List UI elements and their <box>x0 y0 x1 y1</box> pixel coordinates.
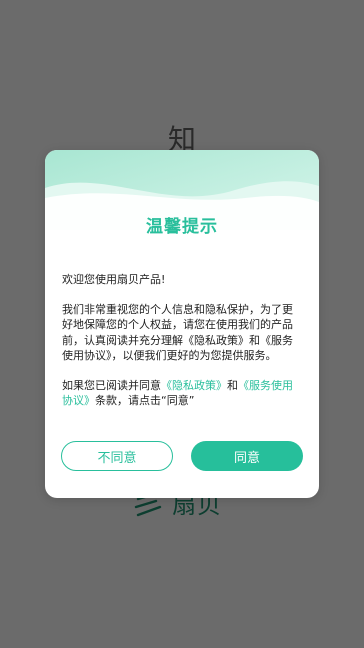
welcome-text: 欢迎您使用扇贝产品! <box>62 273 166 286</box>
dialog-title: 温馨提示 <box>146 217 218 237</box>
privacy-description: 我们非常重视您的个人信息和隐私保护，为了更好地保障您的个人权益，请您在使用我们的… <box>62 302 293 363</box>
dialog-content: 欢迎您使用扇贝产品! 我们非常重视您的个人信息和隐私保护，为了更好地保障您的个人… <box>62 272 302 409</box>
disagree-button[interactable]: 不同意 <box>61 441 173 471</box>
agree-button[interactable]: 同意 <box>191 441 303 471</box>
privacy-dialog: 温馨提示 欢迎您使用扇贝产品! 我们非常重视您的个人信息和隐私保护，为了更好地保… <box>45 150 319 498</box>
privacy-policy-link[interactable]: 《隐私政策》 <box>161 379 227 392</box>
agree-suffix: 条款，请点击“同意” <box>95 394 195 407</box>
agree-instruction: 如果您已阅读并同意《隐私政策》和《服务使用协议》条款，请点击“同意” <box>62 378 302 409</box>
agree-prefix: 如果您已阅读并同意 <box>62 378 161 392</box>
and-text: 和 <box>227 378 238 392</box>
